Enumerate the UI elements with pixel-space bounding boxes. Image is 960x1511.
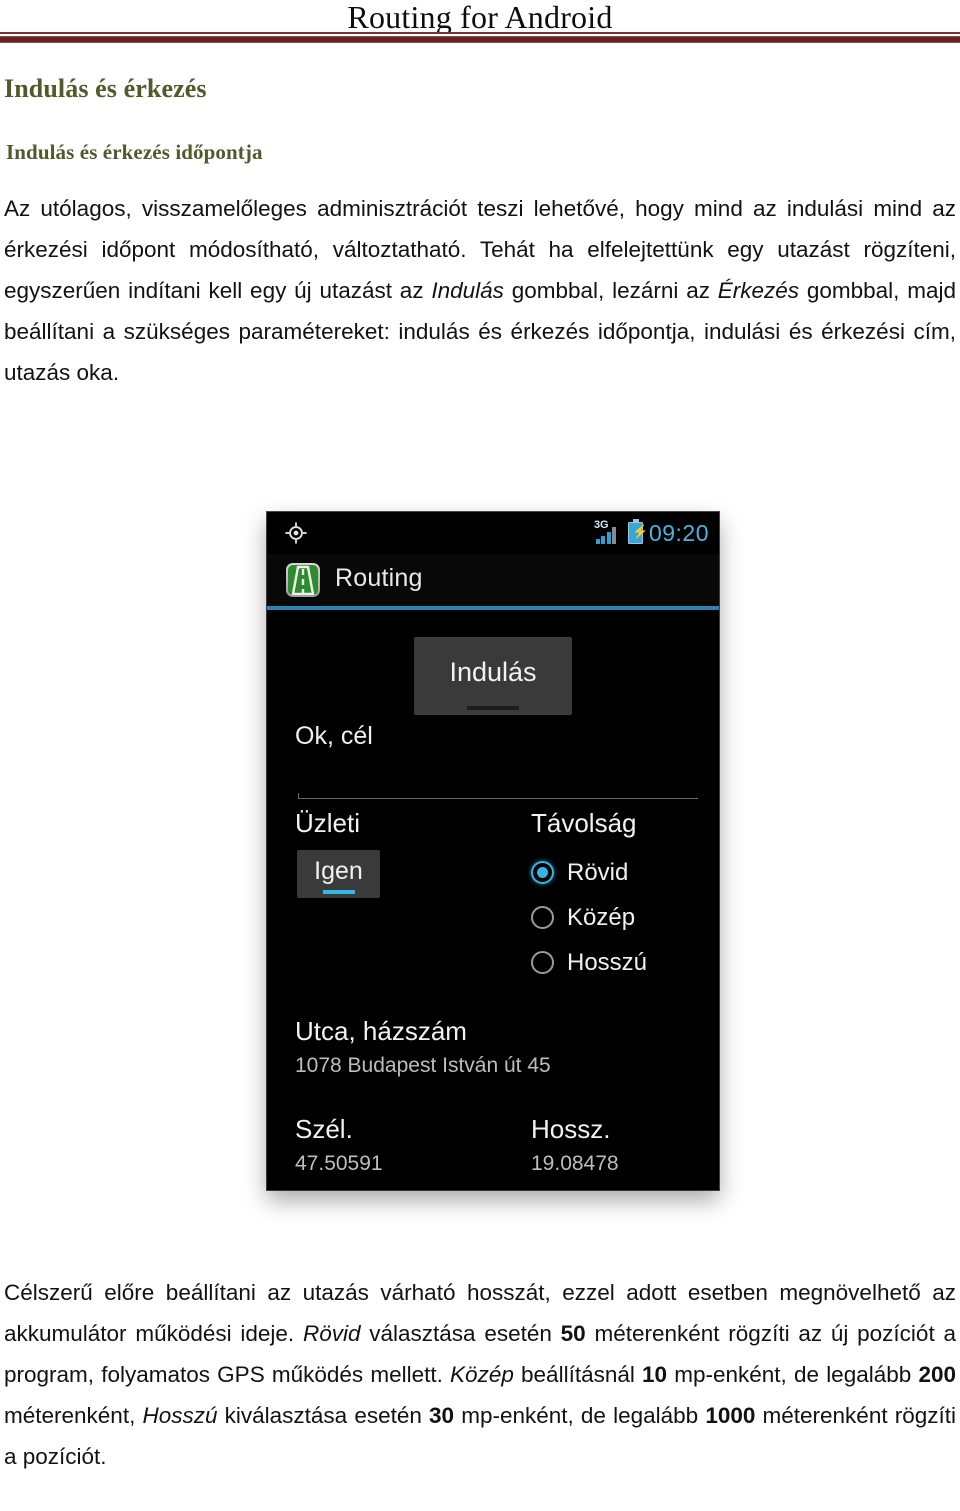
- section-divider: [298, 793, 698, 799]
- latitude-field-value: 47.50591: [295, 1152, 383, 1175]
- android-screenshot: 3G ⚡ 09:20 Routing Indulás Ok, cél Üzlet…: [267, 512, 719, 1190]
- android-action-bar: Routing: [267, 554, 719, 606]
- status-bar-clock: 09:20: [648, 519, 709, 546]
- business-label: Üzleti: [295, 808, 361, 838]
- section-heading-2: Indulás és érkezés időpontja: [6, 140, 263, 164]
- street-field-title: Utca, házszám: [295, 1016, 467, 1046]
- start-button-label: Indulás: [449, 657, 537, 687]
- body-paragraph-2: Célszerű előre beállítani az utazás várh…: [4, 1280, 956, 1469]
- signal-bars-icon: 3G: [594, 519, 622, 546]
- radio-button-icon[interactable]: [531, 951, 554, 974]
- radio-button-icon[interactable]: [531, 906, 554, 929]
- action-bar-title: Routing: [335, 564, 423, 592]
- latitude-field-title: Szél.: [295, 1114, 353, 1144]
- start-button-underline: [467, 706, 519, 710]
- radio-option-label: Hosszú: [567, 948, 648, 976]
- motorway-icon: [286, 563, 320, 597]
- longitude-field-title: Hossz.: [531, 1114, 611, 1144]
- battery-charging-icon: ⚡: [627, 519, 648, 544]
- start-button[interactable]: Indulás: [414, 637, 572, 715]
- business-toggle-button[interactable]: Igen: [297, 850, 380, 898]
- body-paragraph-1: Az utólagos, visszamelőleges adminisztrá…: [4, 196, 956, 385]
- gps-crosshair-icon: [285, 522, 307, 544]
- business-toggle-underline: [322, 890, 355, 894]
- distance-radio-group: Rövid Közép Hosszú: [531, 850, 711, 985]
- radio-option-label: Rövid: [567, 858, 629, 886]
- document-header: Routing for Android: [0, 0, 960, 46]
- radio-option-kozep[interactable]: Közép: [531, 895, 711, 940]
- header-rule-thick: [0, 36, 960, 43]
- section-heading-1: Indulás és érkezés: [4, 74, 207, 103]
- android-status-bar: 3G ⚡ 09:20: [267, 512, 719, 554]
- street-field-value: 1078 Budapest István út 45: [295, 1054, 551, 1077]
- radio-option-label: Közép: [567, 903, 636, 931]
- longitude-field-value: 19.08478: [531, 1152, 619, 1175]
- status-bar-right-cluster: 3G ⚡ 09:20: [594, 516, 709, 550]
- radio-option-rovid[interactable]: Rövid: [531, 850, 711, 895]
- status-text: Ok, cél: [295, 722, 373, 750]
- signal-strength-bars: [595, 527, 622, 544]
- document-title: Routing for Android: [347, 0, 613, 35]
- android-content-area: Indulás Ok, cél Üzleti Igen Távolság Röv…: [267, 610, 719, 1190]
- radio-option-hosszu[interactable]: Hosszú: [531, 940, 711, 985]
- radio-button-icon[interactable]: [531, 861, 554, 884]
- distance-label: Távolság: [531, 808, 637, 838]
- business-toggle-label: Igen: [314, 857, 363, 885]
- charging-bolt-glyph: ⚡: [631, 524, 649, 539]
